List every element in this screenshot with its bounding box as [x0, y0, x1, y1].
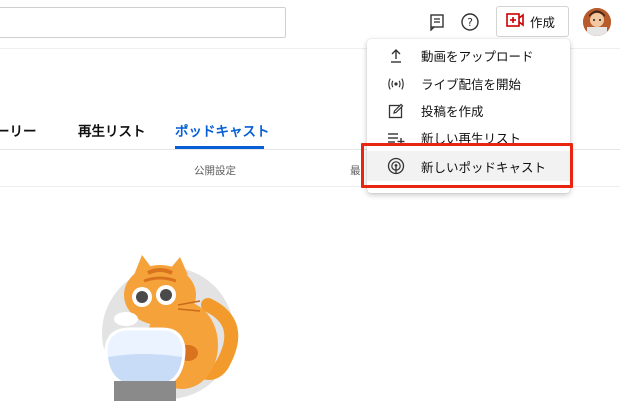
create-menu: 動画をアップロード ライブ配信を開始 投稿を作成 新しい再生リスト 新しいポッド… [367, 39, 570, 193]
podcast-icon [387, 157, 405, 175]
create-video-icon [506, 13, 524, 30]
tab-podcasts[interactable]: ポッドキャスト [175, 120, 270, 140]
upload-icon [387, 47, 405, 65]
empty-state-illustration [96, 253, 246, 401]
menu-item-new-podcast[interactable]: 新しいポッドキャスト [367, 151, 570, 181]
tab-stories[interactable]: ーリー [0, 120, 37, 140]
menu-item-label: 動画をアップロード [421, 49, 534, 64]
menu-item-create-post[interactable]: 投稿を作成 [367, 97, 570, 124]
menu-item-label: ライブ配信を開始 [421, 77, 522, 92]
create-label: 作成 [530, 15, 556, 30]
menu-item-new-playlist[interactable]: 新しい再生リスト [367, 124, 570, 151]
tab-playlists[interactable]: 再生リスト [78, 120, 146, 140]
column-header-date[interactable]: 最 [350, 163, 361, 178]
edit-icon [387, 102, 405, 120]
svg-text:?: ? [467, 16, 473, 29]
column-header-visibility[interactable]: 公開設定 [194, 163, 236, 178]
live-icon [387, 75, 405, 93]
help-icon[interactable]: ? [459, 11, 481, 33]
menu-item-label: 投稿を作成 [421, 104, 484, 119]
menu-item-label: 新しい再生リスト [421, 131, 522, 146]
avatar[interactable] [583, 8, 611, 36]
search-input[interactable] [0, 7, 286, 38]
menu-item-upload-video[interactable]: 動画をアップロード [367, 42, 570, 69]
menu-item-label: 新しいポッドキャスト [421, 159, 547, 175]
playlist-add-icon [387, 129, 405, 147]
create-button[interactable]: 作成 [496, 6, 569, 37]
feedback-icon[interactable] [426, 11, 448, 33]
menu-item-go-live[interactable]: ライブ配信を開始 [367, 70, 570, 97]
